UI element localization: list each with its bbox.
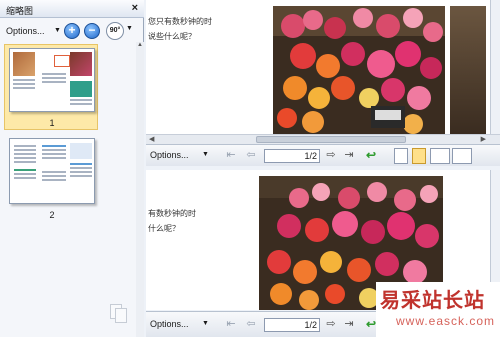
scroll-left-icon[interactable]: ◀ xyxy=(149,135,154,143)
next-page-icon[interactable]: ⇨ xyxy=(324,149,338,163)
view-options-button[interactable]: Options... xyxy=(150,150,189,160)
watermark-url: www.easck.com xyxy=(396,314,496,328)
watermark: 易采站长站 www.easck.com xyxy=(376,282,500,337)
page-number-field[interactable]: 1/2 xyxy=(264,149,320,163)
continuous-layout-button[interactable] xyxy=(412,148,426,164)
facing-continuous-button[interactable] xyxy=(452,148,472,164)
scroll-up-icon[interactable]: ▲ xyxy=(136,42,144,50)
zoom-out-button[interactable]: − xyxy=(84,23,100,39)
thumbnail-page-2[interactable]: 2 xyxy=(9,138,95,222)
zoom-in-button[interactable]: + xyxy=(64,23,80,39)
single-page-layout-button[interactable] xyxy=(394,148,408,164)
page-text-line: 您只有数秒钟的时 xyxy=(148,17,212,26)
page-text-line: 有数秒钟的时 xyxy=(148,209,196,218)
navigation-toolbar-top: Options... ▼ ⇤ ⇦ 1/2 ⇨ ⇥ ↩ xyxy=(146,144,500,166)
thumbnail-page-number: 1 xyxy=(49,118,55,128)
facing-layout-button[interactable] xyxy=(430,148,450,164)
chevron-down-icon[interactable]: ▼ xyxy=(202,320,209,327)
thumbnail-pane: 缩略图 × Options... ▼ + − 90° ▼ ▲ 1 2 xyxy=(0,0,144,337)
watermark-logo-text: 易采站长站 xyxy=(380,288,485,312)
thumbnail-options-label: Options... xyxy=(6,26,45,36)
scroll-right-icon[interactable]: ▶ xyxy=(481,135,486,143)
first-page-icon[interactable]: ⇤ xyxy=(224,149,238,163)
thumbnail-page-number: 2 xyxy=(49,210,55,220)
pane-title-bar: 缩略图 × xyxy=(0,0,144,18)
thumbnail-page-2-image xyxy=(9,138,95,204)
thumbnail-page-1-image xyxy=(9,48,95,112)
close-icon[interactable]: × xyxy=(132,2,138,14)
rotate-button[interactable]: 90° xyxy=(106,22,124,40)
flower-photo xyxy=(273,6,445,134)
pane-title: 缩略图 xyxy=(6,7,34,17)
horizontal-scrollbar[interactable]: ◀ ▶ xyxy=(146,134,500,144)
previous-page-icon[interactable]: ⇦ xyxy=(244,318,258,332)
page-total: /2 xyxy=(309,151,317,161)
pages-icon xyxy=(108,302,130,324)
last-page-icon[interactable]: ⇥ xyxy=(342,149,356,163)
page-text-line: 什么呢？ xyxy=(148,224,180,233)
view-options-button[interactable]: Options... xyxy=(150,319,189,329)
previous-page-icon[interactable]: ⇦ xyxy=(244,149,258,163)
page-number-field[interactable]: 1/2 xyxy=(264,318,320,332)
go-back-icon[interactable]: ↩ xyxy=(364,149,378,163)
page-total: /2 xyxy=(309,320,317,330)
thumbnail-page-1[interactable]: 1 xyxy=(9,48,95,128)
last-page-icon[interactable]: ⇥ xyxy=(342,318,356,332)
document-view-top[interactable]: 您只有数秒钟的时 说些什么呢？ xyxy=(146,0,500,134)
photo-edge xyxy=(450,6,486,134)
thumbnail-scrollbar[interactable]: ▲ xyxy=(136,42,144,337)
next-page-icon[interactable]: ⇨ xyxy=(324,318,338,332)
first-page-icon[interactable]: ⇤ xyxy=(224,318,238,332)
vertical-scrollbar[interactable] xyxy=(490,0,500,134)
chevron-down-icon: ▼ xyxy=(54,27,61,34)
chevron-down-icon[interactable]: ▼ xyxy=(126,25,133,32)
scroll-thumb[interactable] xyxy=(256,136,406,143)
thumbnail-toolbar: Options... ▼ + − 90° ▼ xyxy=(0,20,144,42)
chevron-down-icon[interactable]: ▼ xyxy=(202,151,209,158)
page-text-line: 说些什么呢？ xyxy=(148,32,196,41)
